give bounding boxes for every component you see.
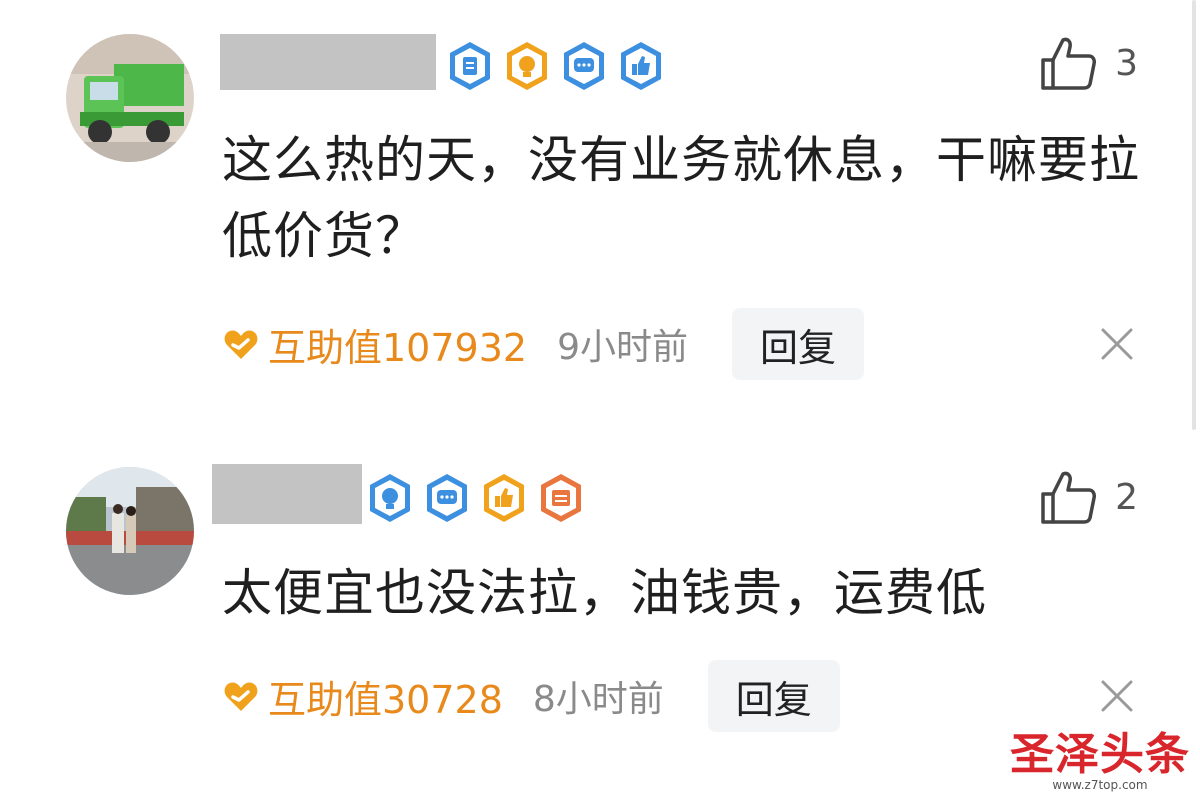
- like-count: 2: [1115, 476, 1138, 518]
- chat-badge-icon: [560, 40, 608, 92]
- reply-button[interactable]: 回复: [707, 660, 840, 732]
- comment-item: 3 这么热的天，没有业务就休息，干嘛要拉低价货？ 互助值107932 9小时前 …: [0, 0, 1200, 420]
- like-button[interactable]: 3: [1039, 34, 1138, 92]
- help-value: 互助值107932: [268, 325, 528, 370]
- lightbulb-badge-icon: [366, 472, 414, 524]
- watermark: 圣泽头条 www.z7top.com: [1010, 729, 1190, 793]
- reply-button[interactable]: 回复: [731, 308, 864, 380]
- comment-item: 2 太便宜也没法拉，油钱贵，运费低 互助值30728 8小时前 回复: [0, 440, 1200, 770]
- comment-text: 太便宜也没法拉，油钱贵，运费低: [222, 564, 987, 622]
- watermark-logo: 圣泽头条: [1010, 729, 1190, 780]
- comment-meta: 互助值107932 9小时前 回复: [222, 308, 864, 380]
- badge-group: [446, 40, 665, 92]
- badge-group: [366, 472, 585, 524]
- like-button[interactable]: 2: [1039, 468, 1138, 526]
- close-icon[interactable]: [1100, 327, 1134, 361]
- help-value: 互助值30728: [268, 677, 503, 722]
- note-badge-icon: [537, 472, 585, 524]
- close-icon[interactable]: [1100, 679, 1134, 713]
- comment-text: 这么热的天，没有业务就休息，干嘛要拉低价货？: [222, 131, 1140, 265]
- note-badge-icon: [446, 40, 494, 92]
- username-redacted[interactable]: [220, 34, 436, 90]
- like-count: 3: [1115, 42, 1138, 84]
- lightbulb-badge-icon: [503, 40, 551, 92]
- avatar[interactable]: [66, 467, 194, 595]
- heart-hand-icon: [224, 682, 258, 711]
- thumbs-up-badge-icon: [617, 40, 665, 92]
- thumbs-up-icon: [1041, 37, 1097, 90]
- thumbs-up-icon: [1041, 471, 1097, 524]
- timestamp: 9小时前: [557, 327, 688, 368]
- heart-hand-icon: [224, 330, 258, 359]
- watermark-url: www.z7top.com: [1052, 778, 1148, 792]
- thumbs-up-badge-icon: [480, 472, 528, 524]
- comment-meta: 互助值30728 8小时前 回复: [222, 660, 840, 732]
- username-redacted[interactable]: [212, 464, 362, 524]
- avatar[interactable]: [66, 34, 194, 162]
- chat-badge-icon: [423, 472, 471, 524]
- timestamp: 8小时前: [532, 679, 664, 720]
